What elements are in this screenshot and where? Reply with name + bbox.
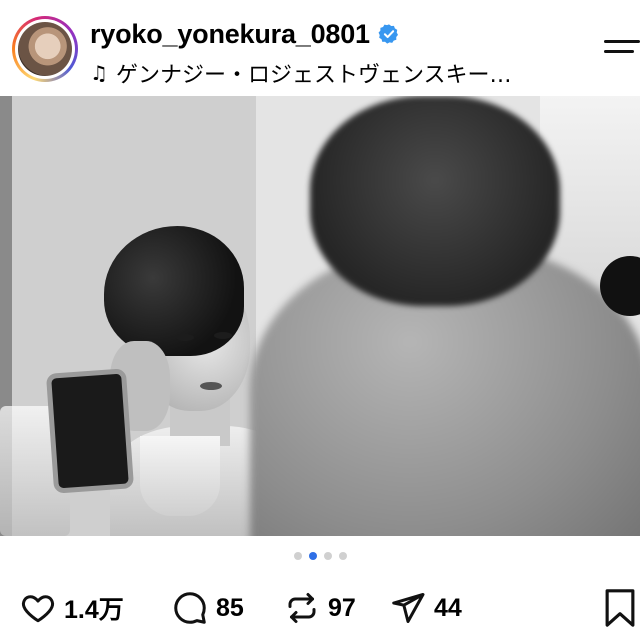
share-count[interactable]: 44 (434, 594, 462, 623)
post-actions: 1.4万 85 97 44 (0, 580, 640, 636)
phone-on-stand (45, 368, 135, 494)
comment-button[interactable]: 85 (172, 588, 244, 628)
repost-count[interactable]: 97 (328, 594, 356, 623)
carousel-dot (323, 552, 332, 560)
audio-title[interactable]: ゲンナジー・ロジェストヴェンスキー… (116, 57, 512, 89)
heart-icon (21, 595, 55, 623)
carousel-indicator (0, 552, 640, 568)
bookmark-icon (605, 589, 635, 627)
verified-badge-icon (378, 24, 398, 44)
carousel-dot (293, 552, 302, 560)
post-image[interactable] (0, 96, 640, 536)
username[interactable]: ryoko_yonekura_0801 (90, 19, 370, 50)
carousel-dot (338, 552, 347, 560)
carousel-dot-active (308, 552, 317, 560)
username-row: ryoko_yonekura_0801 (90, 18, 400, 50)
repost-button[interactable]: 97 (284, 588, 356, 628)
menu-icon[interactable] (604, 40, 640, 70)
audio-attribution[interactable]: ♫ ゲンナジー・ロジェストヴェンスキー… (90, 58, 512, 88)
like-button[interactable]: 1.4万 (20, 588, 124, 628)
repost-icon (288, 593, 316, 623)
post-header: ryoko_yonekura_0801 ♫ ゲンナジー・ロジェストヴェンスキー… (0, 0, 640, 96)
like-count[interactable]: 1.4万 (64, 590, 124, 626)
music-note-icon: ♫ (90, 61, 108, 85)
share-button[interactable]: 44 (390, 588, 462, 628)
send-icon (392, 593, 425, 623)
comment-icon (174, 592, 206, 624)
comment-count[interactable]: 85 (216, 594, 244, 623)
story-ring[interactable] (12, 16, 78, 82)
save-button[interactable] (602, 588, 638, 628)
avatar[interactable] (18, 22, 72, 76)
